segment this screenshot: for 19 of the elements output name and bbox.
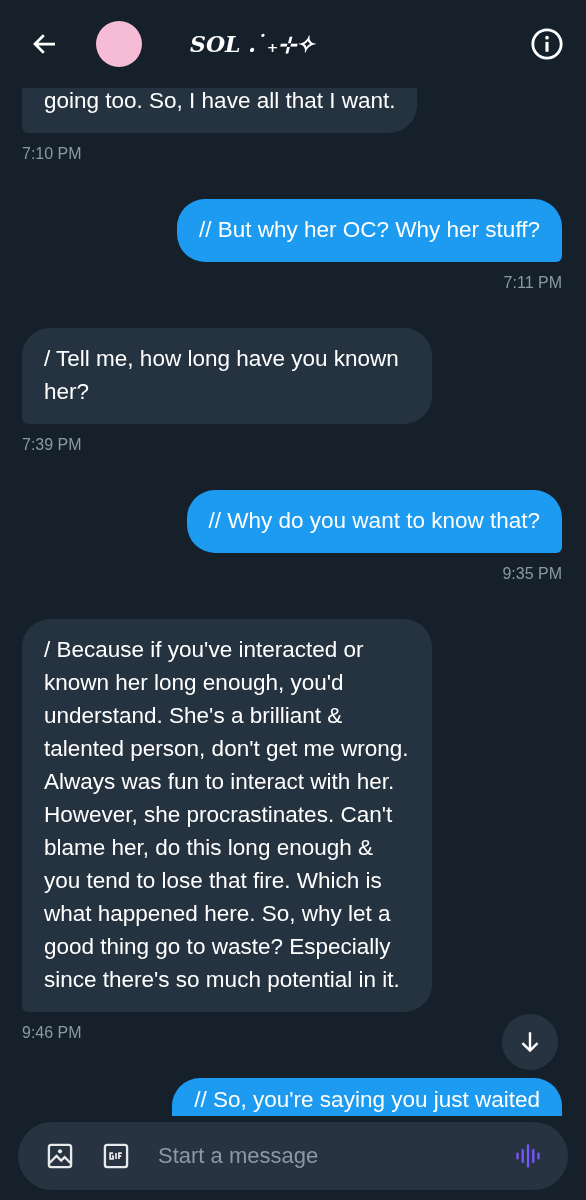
message-time: 9:46 PM (22, 1024, 82, 1042)
message-bubble: / Because if you've interacted or known her long enough, you'd understand. She's a brilliant & talented person, don't get me wrong. Always was fun to interact with her. However, she procrastinates. Can't blame her, do this long enough & you tend to lose that fire. Which is what happened here. So, why let a good thing go to waste? Especially since there's so much potential in it. (22, 619, 432, 1012)
info-icon[interactable] (530, 27, 564, 61)
message-bubble: / Tell me, how long have you known her? (22, 328, 432, 424)
chat-title: SOL .˙₊⊹✧ (190, 31, 317, 57)
message-bubble: // So, you're saying you just waited (172, 1078, 562, 1116)
message-time: 7:10 PM (22, 145, 82, 163)
message-input[interactable]: Start a message (158, 1143, 486, 1169)
message-time: 7:39 PM (22, 436, 82, 454)
voice-wave-icon[interactable] (514, 1142, 542, 1170)
avatar[interactable] (96, 21, 142, 67)
image-icon[interactable] (46, 1142, 74, 1170)
scroll-down-button[interactable] (502, 1014, 558, 1070)
gif-icon[interactable] (102, 1142, 130, 1170)
message-bubble: // Why do you want to know that? (186, 490, 562, 553)
message-bubble: // But why her OC? Why her stuff? (177, 199, 562, 262)
message-bubble: going too. So, I have all that I want. (22, 88, 418, 133)
message-time: 9:35 PM (502, 565, 562, 583)
message-time: 7:11 PM (503, 274, 562, 292)
